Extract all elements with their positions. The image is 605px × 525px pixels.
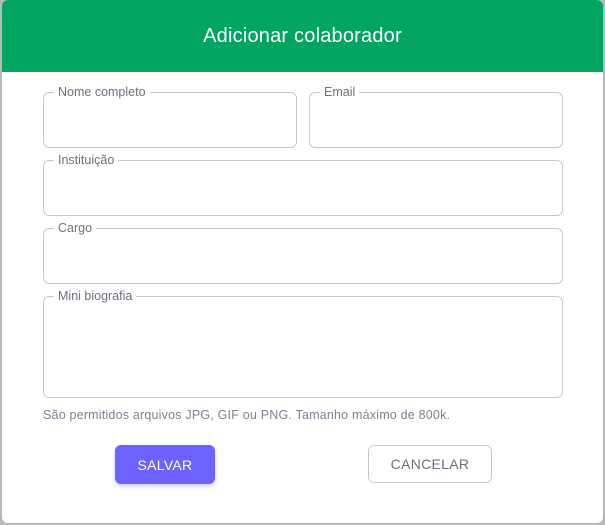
file-helper-text: São permitidos arquivos JPG, GIF ou PNG.…: [43, 408, 451, 422]
role-input[interactable]: [56, 245, 550, 261]
modal-title: Adicionar colaborador: [203, 24, 402, 47]
email-label: Email: [320, 85, 360, 100]
institution-label: Instituição: [54, 153, 119, 168]
add-collaborator-modal: Adicionar colaborador Nome completo Emai…: [2, 0, 603, 523]
bio-label: Mini biografia: [54, 289, 137, 304]
role-field[interactable]: Cargo: [43, 221, 563, 284]
full-name-label: Nome completo: [54, 85, 150, 100]
institution-input[interactable]: [56, 177, 550, 193]
save-button[interactable]: SALVAR: [115, 445, 215, 484]
email-input[interactable]: [322, 109, 550, 125]
institution-field[interactable]: Instituição: [43, 153, 563, 216]
modal-header: Adicionar colaborador: [2, 0, 603, 72]
role-label: Cargo: [54, 221, 97, 236]
full-name-field[interactable]: Nome completo: [43, 85, 297, 148]
full-name-input[interactable]: [56, 109, 284, 125]
email-field[interactable]: Email: [309, 85, 563, 148]
bio-field[interactable]: Mini biografia: [43, 289, 563, 398]
bio-textarea[interactable]: [56, 313, 550, 385]
cancel-button[interactable]: CANCELAR: [368, 445, 492, 483]
